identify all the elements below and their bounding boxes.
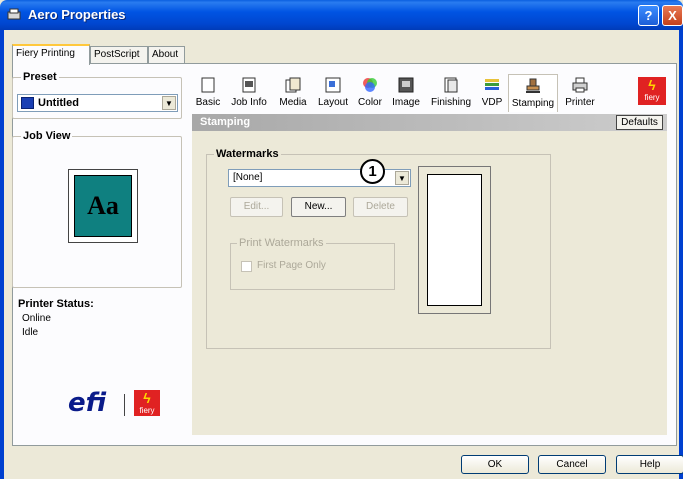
help-icon[interactable]: ? (638, 5, 659, 26)
toolbar-finishing[interactable]: Finishing (428, 74, 474, 112)
printer-status-label: Printer Status: (18, 298, 94, 310)
watermark-selected: [None] (233, 172, 263, 183)
chevron-down-icon[interactable]: ▼ (162, 96, 176, 110)
delete-button[interactable]: Delete (353, 197, 408, 217)
section-header: Stamping Defaults (192, 114, 667, 131)
printer-status-online: Online (22, 313, 51, 324)
job-view-label: Job View (21, 130, 73, 142)
category-toolbar: Basic Job Info Media Layout Color Image … (192, 74, 612, 112)
toolbar-job-info[interactable]: Job Info (226, 74, 272, 112)
toolbar-vdp[interactable]: VDP (478, 74, 506, 112)
preset-label: Preset (21, 71, 59, 83)
tab-fiery-printing[interactable]: Fiery Printing (12, 44, 90, 65)
toolbar-layout[interactable]: Layout (314, 74, 352, 112)
toolbar-job-info-label: Job Info (231, 97, 267, 108)
window-frame-left (0, 30, 4, 479)
new-button[interactable]: New... (291, 197, 346, 217)
job-view-sample-text: Aa (74, 175, 132, 237)
efi-logo: efi (68, 388, 107, 418)
toolbar-image-label: Image (392, 97, 420, 108)
printer-app-icon (6, 7, 22, 23)
layout-icon (325, 77, 341, 93)
job-info-icon (241, 77, 257, 93)
print-watermarks-label: Print Watermarks (237, 237, 326, 249)
tab-about[interactable]: About (148, 46, 185, 64)
edit-button[interactable]: Edit... (230, 197, 283, 217)
tab-postscript[interactable]: PostScript (90, 46, 148, 64)
window-title: Aero Properties (28, 7, 126, 22)
toolbar-finishing-label: Finishing (430, 97, 472, 108)
color-icon (362, 77, 378, 93)
toolbar-printer-label: Printer (565, 97, 595, 108)
toolbar-basic[interactable]: Basic (192, 74, 224, 112)
toolbar-color-label: Color (358, 97, 382, 108)
toolbar-image[interactable]: Image (388, 74, 424, 112)
image-icon (398, 77, 414, 93)
watermark-preview (418, 166, 491, 314)
preset-value: Untitled (38, 97, 79, 109)
toolbar-stamping[interactable]: Stamping (508, 74, 558, 112)
window-frame-right (679, 30, 683, 479)
job-view-preview: Aa (68, 169, 138, 243)
vdp-icon (484, 77, 500, 93)
title-bar: Aero Properties ? X (0, 0, 683, 30)
logo-separator (124, 394, 125, 416)
chevron-down-icon[interactable]: ▼ (395, 171, 409, 185)
preset-dropdown[interactable]: Untitled ▼ (17, 94, 178, 112)
page-icon (200, 77, 216, 93)
toolbar-vdp-label: VDP (481, 97, 503, 108)
toolbar-stamping-label: Stamping (511, 98, 555, 109)
watermark-preview-page (427, 174, 482, 306)
fiery-logo: ϟ fiery (638, 77, 666, 105)
stamping-icon (525, 78, 541, 94)
finishing-icon (443, 77, 459, 93)
printer-icon (572, 77, 588, 93)
close-icon[interactable]: X (662, 5, 683, 26)
preset-icon (21, 97, 34, 109)
section-title: Stamping (200, 116, 251, 128)
callout-marker: 1 (360, 159, 385, 184)
toolbar-media-label: Media (279, 97, 307, 108)
first-page-only-checkbox[interactable] (241, 261, 252, 272)
ok-button[interactable]: OK (461, 455, 529, 474)
toolbar-media[interactable]: Media (276, 74, 310, 112)
toolbar-layout-label: Layout (317, 97, 349, 108)
defaults-button[interactable]: Defaults (616, 115, 663, 130)
fiery-logo-small: ϟ fiery (134, 390, 160, 416)
cancel-button[interactable]: Cancel (538, 455, 606, 474)
first-page-only-label: First Page Only (257, 260, 326, 271)
toolbar-printer[interactable]: Printer (562, 74, 598, 112)
media-icon (285, 77, 301, 93)
toolbar-basic-label: Basic (195, 97, 221, 108)
printer-status-idle: Idle (22, 327, 39, 338)
watermarks-label: Watermarks (214, 148, 281, 160)
toolbar-color[interactable]: Color (355, 74, 385, 112)
help-button[interactable]: Help (616, 455, 683, 474)
